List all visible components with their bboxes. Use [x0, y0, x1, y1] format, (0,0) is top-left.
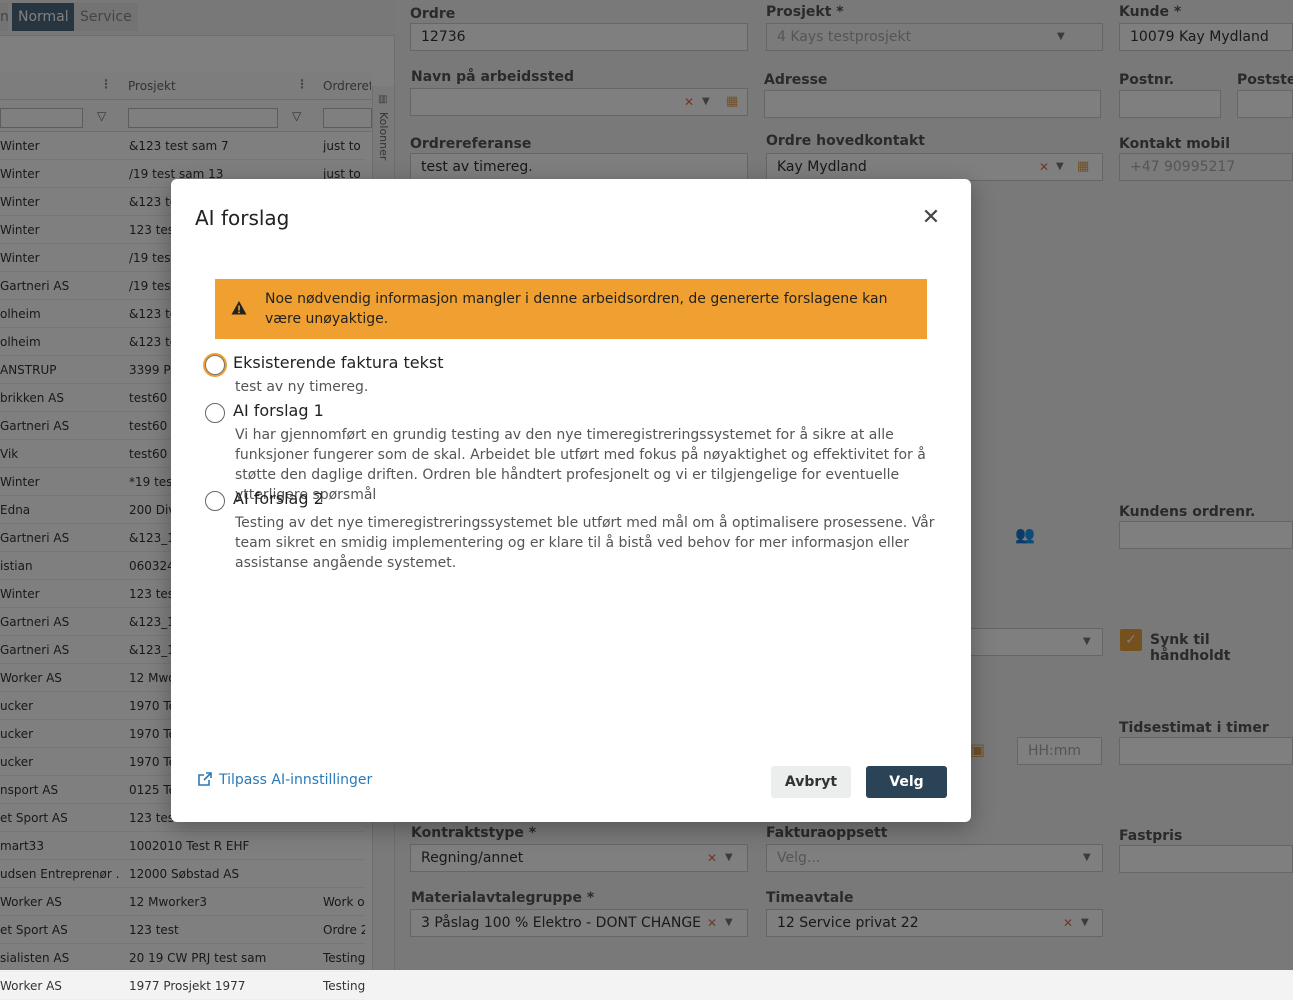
radio-ai-suggestion-2[interactable] [205, 491, 225, 511]
table-cell: 1977 Prosjekt 1977 [129, 979, 246, 993]
table-cell: Worker AS [0, 979, 62, 993]
table-cell: Testing [323, 979, 365, 993]
cancel-button[interactable]: Avbryt [771, 766, 851, 798]
option-description: Vi har gjennomført en grundig testing av… [235, 427, 926, 503]
option-description: test av ny timereg. [235, 379, 369, 395]
close-icon[interactable]: ✕ [919, 206, 943, 230]
warning-icon [231, 301, 247, 315]
ai-suggestion-dialog: AI forslag ✕ Noe nødvendig informasjon m… [171, 179, 971, 822]
option-title: Eksisterende faktura tekst [233, 353, 444, 372]
option-description: Testing av det nye timeregistreringssyst… [235, 515, 935, 571]
option-title: AI forslag 1 [233, 401, 324, 420]
radio-existing-invoice-text[interactable] [205, 355, 225, 375]
table-row[interactable]: Worker AS 1977 Prosjekt 1977 Testing [0, 972, 365, 1000]
warning-banner: Noe nødvendig informasjon mangler i denn… [215, 279, 927, 339]
warning-text: Noe nødvendig informasjon mangler i denn… [265, 291, 888, 327]
dialog-title: AI forslag [195, 206, 290, 230]
choose-button[interactable]: Velg [866, 766, 947, 798]
ai-settings-link-label: Tilpass AI-innstillinger [219, 772, 373, 788]
ai-settings-link[interactable]: Tilpass AI-innstillinger [197, 771, 372, 788]
option-title: AI forslag 2 [233, 489, 324, 508]
radio-ai-suggestion-1[interactable] [205, 403, 225, 423]
external-link-icon [198, 772, 212, 786]
